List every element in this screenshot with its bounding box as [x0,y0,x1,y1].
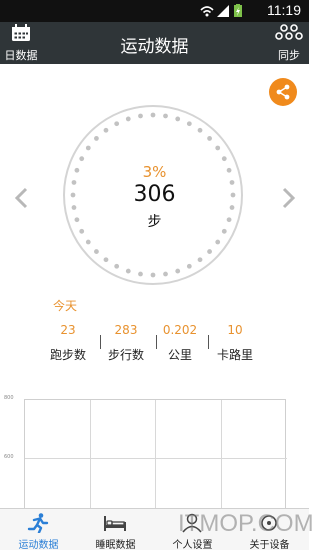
dial-dot [221,156,227,162]
dial-dot [215,145,221,151]
bed-icon [104,516,126,531]
status-bar: 11:19 [0,0,309,22]
stat-label: 卡路里 [216,348,253,362]
grid-line [155,400,156,511]
tab-label: 关于设备 [249,540,290,550]
dial-dot [85,239,91,245]
dial-dot [186,263,192,269]
activity-chart: 800 600 [0,395,309,511]
status-time: 11:19 [267,2,301,18]
dial-dot [215,239,221,245]
stat-walking: 283 步行数 [96,321,156,363]
dial-dot [150,272,156,278]
dial-dot [138,113,143,119]
step-unit: 步 [147,214,162,230]
tab-activity-data[interactable]: 运动数据 [0,509,77,550]
dial-dot [125,116,131,122]
dial-dot [94,136,99,141]
running-icon [27,513,49,533]
tab-label: 运动数据 [18,540,59,550]
dial-dot [103,127,109,133]
dial-dot [175,116,181,122]
stat-label: 公里 [167,348,192,362]
status-icons [200,4,242,17]
stat-distance: 0.202 公里 [150,321,210,363]
dial-dot [79,156,85,162]
y-tick-label: 600 [4,454,14,460]
today-label: 今天 [53,299,78,313]
dial-dot [163,113,168,119]
stat-value: 10 [227,323,243,337]
dial-dot [186,121,192,127]
dial-dot [125,268,131,274]
tab-sleep-data[interactable]: 睡眠数据 [77,509,154,550]
stat-running: 23 跑步数 [38,321,98,363]
sync-label: 同步 [278,49,300,62]
battery-charging-icon [234,4,242,17]
dial-dot [94,249,99,254]
stat-label: 步行数 [107,348,144,362]
tab-label: 个人设置 [172,540,213,550]
grid-line [25,458,287,459]
dial-dot [103,257,109,263]
step-count: 306 [133,182,176,207]
signal-icon [217,5,229,17]
dial-dot [138,271,143,277]
dial-dot [175,268,181,274]
grid-line [221,400,222,511]
stat-value: 23 [60,323,76,337]
page-title: 运动数据 [120,37,189,57]
share-button[interactable] [269,78,297,106]
dial-dot [197,257,203,263]
dial-dot [207,249,212,254]
dial-dot [207,136,212,141]
wifi-icon [200,6,214,17]
tab-label: 睡眠数据 [95,540,136,550]
stats-row: 23 跑步数 283 步行数 0.202 公里 10 卡路里 [38,321,274,363]
dial-dot [85,145,91,151]
chart-grid [24,399,287,511]
dial-dot [150,112,156,118]
watermark: ITMOP.COM [178,510,314,537]
dial-dot [197,127,203,133]
app-header: 日数据 运动数据 同步 [0,22,309,64]
stat-label: 跑步数 [49,348,86,362]
y-tick-label: 800 [4,395,14,401]
stat-value: 0.202 [162,323,198,337]
share-icon [276,84,290,100]
sync-icon [275,24,303,40]
dial-dot [163,271,168,277]
grid-line [90,400,91,511]
sync-button[interactable]: 同步 [273,24,305,62]
stat-calories: 10 卡路里 [205,321,265,363]
goal-percent: 3% [142,163,167,181]
dial-dot [114,121,120,127]
dial-dot [114,263,120,269]
stat-value: 283 [114,323,138,337]
